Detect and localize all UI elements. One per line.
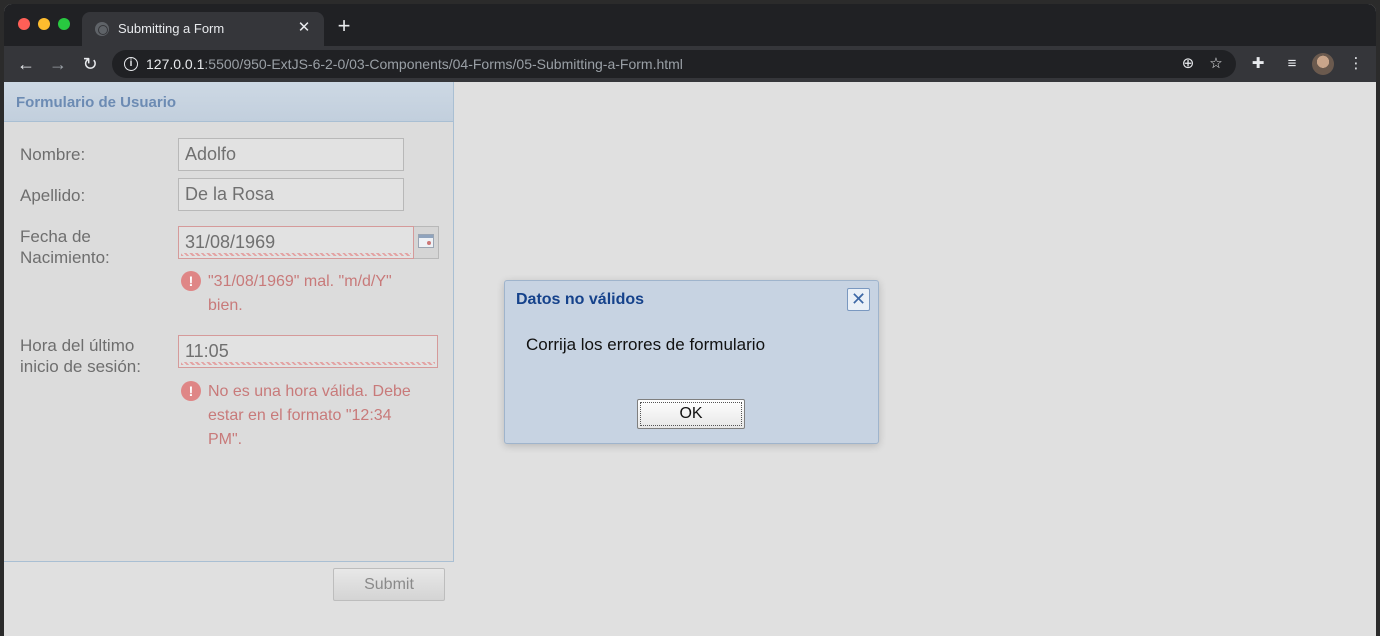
profile-avatar[interactable] bbox=[1312, 53, 1334, 75]
submit-button[interactable]: Submit bbox=[333, 568, 445, 601]
forward-button[interactable]: → bbox=[46, 52, 70, 76]
nombre-label: Nombre: bbox=[20, 145, 86, 164]
form-panel: Formulario de Usuario Nombre: Adolfo Ape… bbox=[4, 82, 454, 562]
tab-title: Submitting a Form bbox=[118, 21, 225, 36]
fecha-nacimiento-input[interactable]: 31/08/1969 bbox=[178, 226, 414, 259]
extensions-icon[interactable]: ✚ bbox=[1248, 54, 1268, 74]
bookmark-star-icon[interactable]: ☆ bbox=[1206, 54, 1226, 74]
apellido-input[interactable]: De la Rosa bbox=[178, 178, 404, 211]
new-tab-button[interactable]: + bbox=[332, 14, 356, 38]
tab-bar: Submitting a Form ✕ + bbox=[4, 4, 1376, 46]
hora-label-line1: Hora del último bbox=[20, 336, 135, 355]
back-button[interactable]: ← bbox=[14, 52, 38, 76]
ok-button[interactable]: OK bbox=[637, 399, 745, 429]
url-host: 127.0.0.1 bbox=[146, 56, 205, 72]
minimize-window-button[interactable] bbox=[38, 18, 50, 30]
fecha-label-line2: Nacimiento: bbox=[20, 248, 110, 267]
close-window-button[interactable] bbox=[18, 18, 30, 30]
maximize-window-button[interactable] bbox=[58, 18, 70, 30]
apellido-label: Apellido: bbox=[20, 186, 86, 205]
globe-icon bbox=[95, 22, 109, 36]
close-tab-icon[interactable]: ✕ bbox=[294, 18, 314, 38]
panel-title: Formulario de Usuario bbox=[16, 94, 177, 111]
media-control-icon[interactable]: ≡ bbox=[1282, 54, 1302, 74]
reload-button[interactable]: ↻ bbox=[78, 52, 102, 76]
hora-label-line2: inicio de sesión: bbox=[20, 357, 141, 376]
more-menu-icon[interactable]: ⋮ bbox=[1346, 54, 1366, 74]
browser-tab[interactable]: Submitting a Form ✕ bbox=[82, 12, 324, 46]
fecha-label-line1: Fecha de bbox=[20, 227, 91, 246]
fecha-error-text: "31/08/1969" mal. "m/d/Y" bien. bbox=[208, 273, 392, 314]
hora-error-text: No es una hora válida. Debe estar en el … bbox=[208, 383, 411, 448]
zoom-icon[interactable]: ⊕ bbox=[1178, 54, 1198, 74]
close-icon[interactable]: ✕ bbox=[847, 288, 870, 311]
browser-window: Submitting a Form ✕ + ← → ↻ i 127.0.0.1:… bbox=[4, 4, 1376, 636]
nombre-input[interactable]: Adolfo bbox=[178, 138, 404, 171]
invalid-data-dialog: Datos no válidos ✕ Corrija los errores d… bbox=[504, 280, 879, 444]
dialog-message: Corrija los errores de formulario bbox=[526, 335, 766, 354]
address-bar[interactable]: i 127.0.0.1:5500/950-ExtJS-6-2-0/03-Comp… bbox=[112, 50, 1236, 78]
hora-input[interactable]: 11:05 bbox=[178, 335, 438, 368]
panel-header: Formulario de Usuario bbox=[4, 82, 453, 122]
info-icon[interactable]: i bbox=[124, 57, 138, 71]
page-content: Formulario de Usuario Nombre: Adolfo Ape… bbox=[4, 82, 1376, 636]
error-icon: ! bbox=[181, 271, 201, 291]
error-icon: ! bbox=[181, 381, 201, 401]
browser-toolbar: ← → ↻ i 127.0.0.1:5500/950-ExtJS-6-2-0/0… bbox=[4, 46, 1376, 82]
dialog-title: Datos no válidos bbox=[516, 291, 645, 308]
url-path: :5500/950-ExtJS-6-2-0/03-Components/04-F… bbox=[204, 56, 683, 72]
url-text[interactable]: 127.0.0.1:5500/950-ExtJS-6-2-0/03-Compon… bbox=[146, 56, 683, 72]
date-picker-trigger[interactable] bbox=[414, 226, 439, 259]
calendar-icon bbox=[418, 234, 434, 248]
